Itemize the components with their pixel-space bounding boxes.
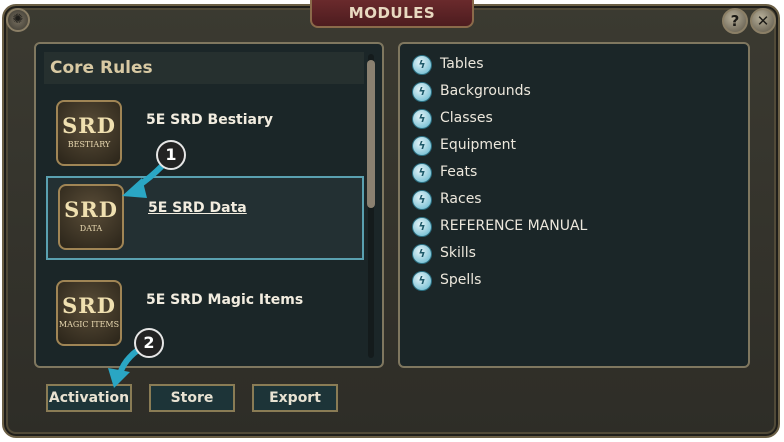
callout-arrow-2	[117, 347, 141, 377]
callout-arrowhead-2	[108, 368, 130, 388]
callout-badge-1: 1	[156, 140, 186, 170]
callout-badge-2: 2	[134, 328, 164, 358]
callout-arrows	[108, 163, 165, 388]
